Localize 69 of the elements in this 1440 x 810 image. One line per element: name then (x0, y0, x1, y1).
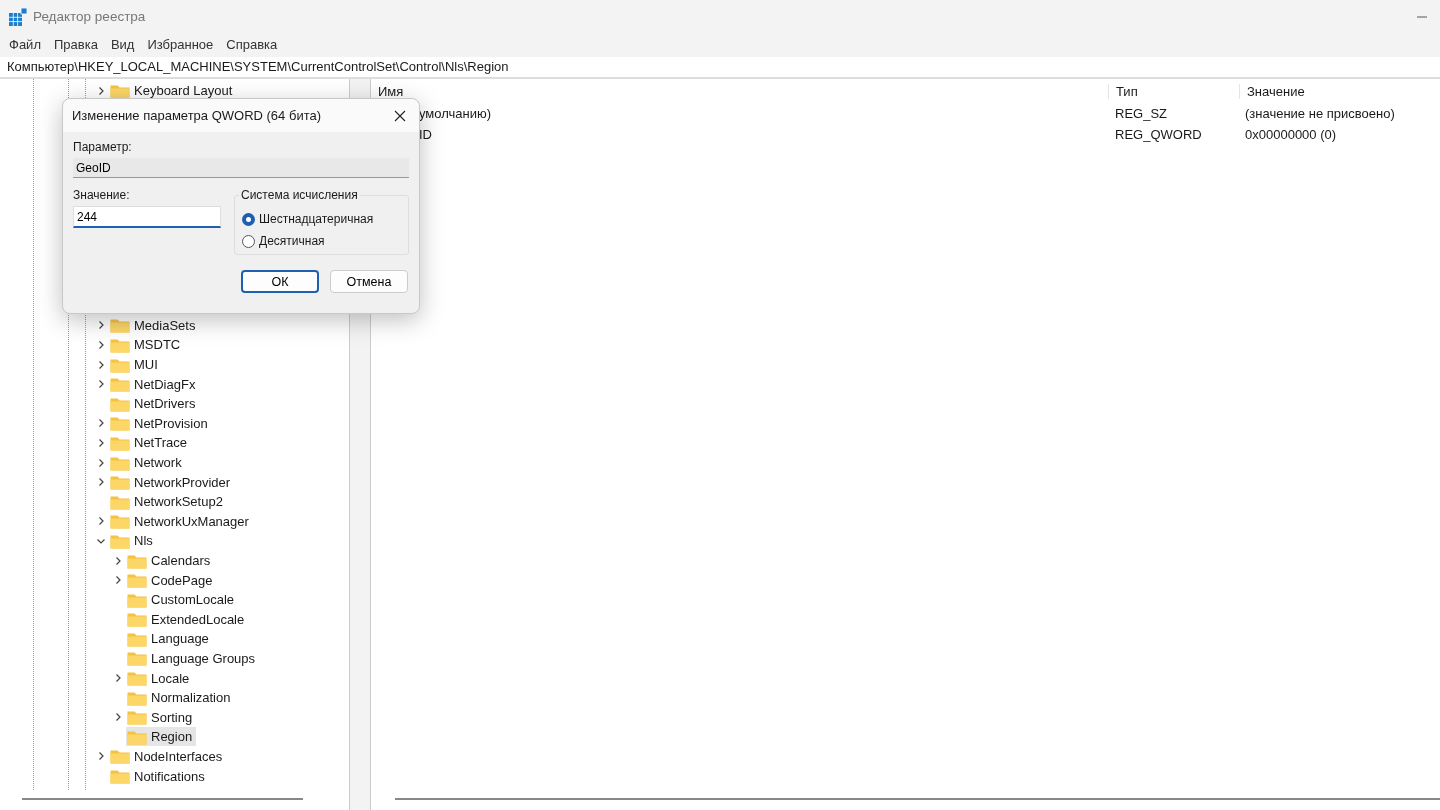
tree-item[interactable]: NetProvision (109, 413, 212, 433)
tree-item[interactable]: MediaSets (109, 315, 200, 335)
table-cell-text: 0x00000000 (0) (1244, 127, 1338, 142)
tree-item[interactable]: Region (126, 727, 197, 747)
registry-cubes-icon (9, 7, 27, 26)
menu-item[interactable]: Избранное (147, 36, 214, 52)
folder-icon (110, 513, 130, 530)
dialog-title: Изменение параметра QWORD (64 бита) (72, 108, 321, 123)
tree-item[interactable]: NetTrace (109, 433, 191, 453)
scrollbar-thumb[interactable] (395, 798, 1440, 800)
field-label: Параметр: (73, 140, 133, 156)
folder-icon (110, 474, 130, 491)
tree-item[interactable]: Locale (126, 668, 194, 688)
tree-item[interactable]: MUI (109, 355, 162, 375)
tree-item[interactable]: Calendars (126, 551, 215, 570)
window-title: Редактор реестра (33, 9, 146, 24)
folder-icon (110, 415, 130, 432)
tree-item[interactable]: NetworkUxManager (109, 511, 253, 531)
column-header[interactable]: Значение (1240, 83, 1440, 99)
value-field[interactable]: 244 (73, 206, 221, 228)
cancel-button[interactable]: Отмена (330, 270, 408, 293)
menu-item[interactable]: Файл (9, 36, 41, 52)
radio-option[interactable]: Шестнадцатеричная (242, 208, 408, 230)
table-cell-text: (значение не присвоено) (1244, 106, 1396, 121)
tree-item[interactable]: Sorting (126, 707, 197, 727)
tree-item[interactable]: Keyboard Layout (109, 81, 237, 101)
scrollbar-thumb[interactable] (22, 798, 303, 800)
tree-item[interactable]: Network (109, 453, 186, 473)
folder-icon (127, 611, 147, 628)
tree-item[interactable]: NetworkProvider (109, 472, 235, 492)
column-header[interactable]: Тип (1109, 83, 1240, 99)
tree-item[interactable]: NetDrivers (109, 394, 200, 414)
radio-button[interactable] (242, 234, 255, 248)
close-icon (394, 109, 406, 122)
radio-option[interactable]: Десятичная (242, 230, 408, 252)
tree-item[interactable]: Language Groups (126, 649, 260, 668)
tree-item[interactable]: Nls (109, 531, 157, 551)
tree-item[interactable]: NetDiagFx (109, 374, 200, 394)
parameter-field[interactable]: GeoID (73, 158, 409, 178)
menu-item[interactable]: Правка (53, 36, 98, 52)
tree-item[interactable]: NodeInterfaces (109, 746, 227, 766)
tree-item[interactable]: Language (126, 629, 213, 649)
folder-icon (110, 317, 130, 334)
radio-button[interactable] (242, 212, 255, 226)
folder-icon (110, 748, 130, 765)
table-cell-text: REG_SZ (1114, 106, 1168, 121)
menu-item[interactable]: Справка (226, 36, 278, 52)
folder-icon (110, 376, 130, 393)
tree-item[interactable]: Normalization (126, 688, 235, 708)
field-label: Значение: (73, 188, 131, 204)
tree-item[interactable]: ExtendedLocale (126, 609, 249, 629)
folder-icon (127, 650, 147, 667)
tree-item[interactable]: NetworkSetup2 (109, 492, 227, 512)
table-cell-text: REG_QWORD (1114, 127, 1203, 142)
groupbox-title: Система исчисления (239, 188, 360, 202)
folder-icon (110, 337, 130, 353)
tree-item[interactable]: CustomLocale (126, 590, 239, 610)
folder-icon (127, 572, 147, 589)
address-bar[interactable]: Компьютер\HKEY_LOCAL_MACHINE\SYSTEM\CurrentControlSet\Control\Nls\Region (0, 57, 1440, 79)
tree-item[interactable]: Notifications (109, 766, 209, 786)
folder-icon (127, 670, 147, 687)
folder-icon (127, 709, 147, 726)
tree-item[interactable]: MSDTC (109, 335, 185, 355)
ok-button[interactable]: ОК (241, 270, 319, 293)
folder-icon (110, 768, 130, 785)
table-cell: умолчанию) (419, 106, 492, 121)
table-cell: ID (419, 127, 432, 142)
tree-item[interactable]: CodePage (126, 570, 217, 590)
menu-item[interactable]: Вид (110, 36, 135, 52)
